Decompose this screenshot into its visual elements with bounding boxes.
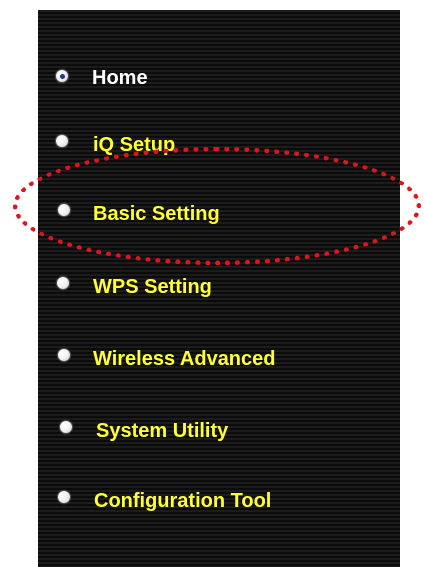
menu-item-label: WPS Setting: [93, 276, 212, 298]
menu-item-home[interactable]: Home: [38, 62, 378, 92]
menu-item-iq-setup[interactable]: iQ Setup: [38, 128, 378, 158]
menu-item-label: Basic Setting: [93, 203, 220, 225]
radio-icon: [58, 349, 70, 361]
radio-icon: [60, 421, 72, 433]
radio-icon: [56, 135, 68, 147]
radio-selected-icon: [56, 70, 68, 82]
radio-icon: [58, 204, 70, 216]
radio-icon: [57, 277, 69, 289]
sidebar-menu: Home iQ Setup Basic Setting WPS Setting …: [38, 10, 400, 567]
menu-item-wireless-advanced[interactable]: Wireless Advanced: [38, 344, 378, 374]
menu-item-wps-setting[interactable]: WPS Setting: [38, 272, 378, 302]
menu-item-basic-setting[interactable]: Basic Setting: [38, 198, 378, 228]
menu-item-label: Configuration Tool: [94, 490, 272, 512]
menu-item-system-utility[interactable]: System Utility: [38, 417, 378, 447]
menu-item-label: Home: [92, 67, 148, 89]
menu-item-label: iQ Setup: [93, 134, 176, 156]
menu-item-label: Wireless Advanced: [93, 348, 276, 370]
menu-item-label: System Utility: [96, 420, 229, 442]
radio-icon: [58, 491, 70, 503]
menu-item-configuration-tool[interactable]: Configuration Tool: [38, 487, 378, 517]
